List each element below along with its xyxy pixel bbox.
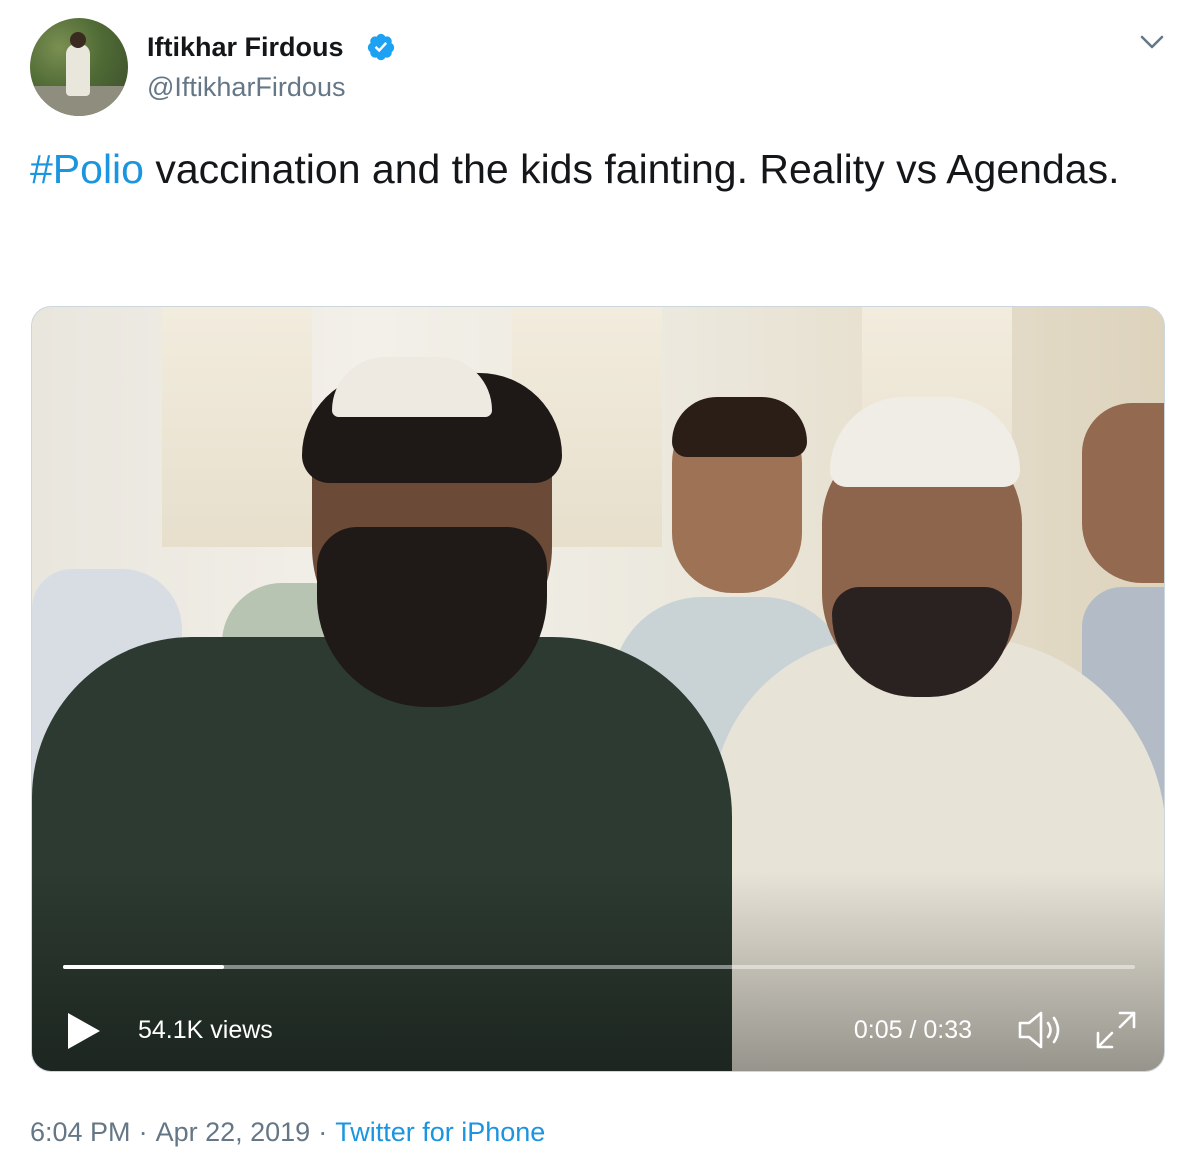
verified-badge-icon [367,33,395,61]
separator: · [138,1117,148,1147]
video-person-main-cap [332,357,492,417]
separator: · [318,1117,328,1147]
display-name[interactable]: Iftikhar Firdous [147,30,344,64]
play-icon[interactable] [64,1011,104,1051]
avatar[interactable] [30,18,128,116]
video-window-blind [162,307,312,547]
tweet-time[interactable]: 6:04 PM [30,1117,131,1147]
video-player[interactable]: 54.1K views 0:05 / 0:33 [31,306,1165,1072]
video-time: 0:05 / 0:33 [853,1016,972,1044]
video-progress-fill [63,965,224,969]
video-person-far-right-head [1082,403,1164,583]
avatar-head [70,32,86,48]
tweet-source-link[interactable]: Twitter for iPhone [335,1117,545,1147]
volume-icon[interactable] [1016,1007,1068,1053]
tweet-body-text: vaccination and the kids fainting. Reali… [143,146,1120,192]
view-count: 54.1K views [138,1016,273,1044]
fullscreen-icon[interactable] [1092,1007,1140,1053]
user-handle[interactable]: @IftikharFirdous [147,70,345,104]
tweet-text: #Polio vaccination and the kids fainting… [30,138,1140,200]
tweet-card: Iftikhar Firdous @IftikharFirdous #Polio… [0,0,1194,1176]
avatar-figure [66,44,90,96]
chevron-down-icon[interactable] [1138,30,1166,54]
video-frame [32,307,1164,1071]
hashtag-link[interactable]: #Polio [30,146,144,192]
tweet-metadata: 6:04 PM · Apr 22, 2019 · Twitter for iPhone [30,1112,545,1152]
video-progress-bar[interactable] [63,965,1135,969]
video-person-middle-hair [672,397,807,457]
tweet-date[interactable]: Apr 22, 2019 [156,1117,311,1147]
